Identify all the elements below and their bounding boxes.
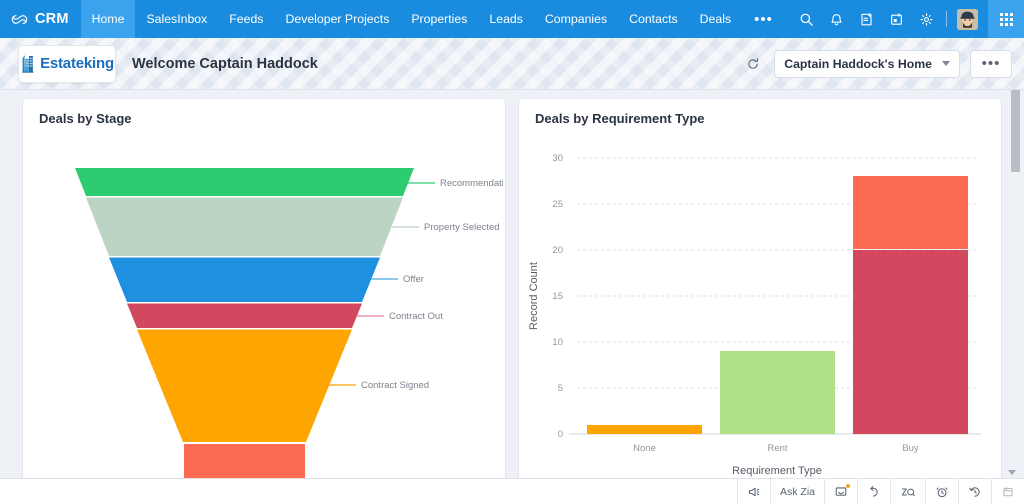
- add-note-icon[interactable]: [851, 0, 881, 38]
- calendar-icon[interactable]: [881, 0, 911, 38]
- nav-tab-overflow-menu[interactable]: •••: [742, 0, 785, 38]
- ask-zia-label: Ask Zia: [779, 485, 815, 498]
- nav-tab-home[interactable]: Home: [80, 0, 136, 38]
- sub-header-actions: Captain Haddock's Home •••: [742, 49, 1012, 78]
- page-scrollbar-thumb[interactable]: [1011, 90, 1020, 172]
- funnel-label-contract-signed: Contract Signed: [361, 380, 429, 391]
- chevron-down-icon: [942, 61, 950, 66]
- ask-zia-button[interactable]: Ask Zia: [769, 479, 824, 504]
- y-tick-25: 25: [552, 199, 563, 210]
- nav-tab-label: Companies: [544, 12, 608, 26]
- nav-tab-label: Leads: [489, 12, 523, 26]
- infinity-logo-icon: [10, 10, 29, 29]
- brand-label: CRM: [35, 11, 69, 27]
- funnel-segment-property-selected[interactable]: [86, 197, 403, 257]
- history-icon[interactable]: [958, 479, 991, 504]
- nav-tab-contacts[interactable]: Contacts: [618, 0, 689, 38]
- nav-right-actions: [791, 0, 1024, 38]
- funnel-segment-contract-out[interactable]: [127, 303, 362, 329]
- bottom-toolbar: Ask Zia: [0, 470, 1024, 504]
- y-tick-5: 5: [558, 383, 563, 394]
- avatar[interactable]: [952, 0, 982, 38]
- dashboard-main: Deals by Stage Recommendation Property S…: [0, 90, 1024, 504]
- nav-tab-deals[interactable]: Deals: [689, 0, 742, 38]
- nav-tab-label: Properties: [411, 12, 468, 26]
- nav-tab-label: Deals: [699, 12, 732, 26]
- nav-tab-leads[interactable]: Leads: [478, 0, 534, 38]
- chat-icon[interactable]: [824, 479, 857, 504]
- funnel-chart[interactable]: Recommendation Property Selected Offer C…: [23, 128, 503, 488]
- chat-badge: [846, 484, 850, 488]
- y-tick-0: 0: [558, 429, 563, 440]
- zia-icon[interactable]: [890, 479, 925, 504]
- alarm-icon[interactable]: [925, 479, 958, 504]
- y-tick-10: 10: [552, 337, 563, 348]
- gear-icon[interactable]: [911, 0, 941, 38]
- nav-tab-label: Contacts: [629, 12, 678, 26]
- building-icon: [20, 53, 37, 74]
- x-tick-buy: Buy: [902, 443, 919, 454]
- bar-chart-title: Deals by Requirement Type: [535, 111, 705, 126]
- x-tick-rent: Rent: [767, 443, 787, 454]
- nav-tab-properties[interactable]: Properties: [400, 0, 478, 38]
- nav-tab-label: Home: [91, 12, 125, 26]
- x-tick-none: None: [633, 443, 656, 454]
- nav-tab-companies[interactable]: Companies: [534, 0, 618, 38]
- calendar-box-icon[interactable]: [991, 470, 1024, 504]
- grid-dots: [999, 12, 1013, 26]
- dashboard-more-button[interactable]: •••: [970, 49, 1012, 78]
- apps-grid-icon[interactable]: [988, 0, 1024, 38]
- top-navigation-bar: CRM Home SalesInbox Feeds Developer Proj…: [0, 0, 1024, 38]
- dashboard-selector[interactable]: Captain Haddock's Home: [774, 49, 960, 78]
- nav-tab-label: Feeds: [229, 12, 264, 26]
- page-title: Welcome Captain Haddock: [132, 55, 318, 72]
- nav-divider: [946, 11, 947, 27]
- crm-brand[interactable]: CRM: [0, 0, 81, 38]
- estateking-logo[interactable]: Estateking: [18, 44, 116, 83]
- nav-tabs: Home SalesInbox Feeds Developer Projects…: [80, 0, 785, 38]
- nav-tab-salesinbox[interactable]: SalesInbox: [135, 0, 218, 38]
- bar-buy-new[interactable]: [853, 250, 968, 434]
- refresh-icon[interactable]: [742, 53, 764, 75]
- nav-tab-label: Developer Projects: [285, 12, 390, 26]
- bar-rent-wanted-on-rent[interactable]: [720, 351, 835, 434]
- funnel-label-contract-out: Contract Out: [389, 311, 443, 322]
- page-scrollbar[interactable]: [1011, 90, 1020, 470]
- megaphone-icon[interactable]: [736, 479, 770, 504]
- nav-tab-developer-projects[interactable]: Developer Projects: [274, 0, 400, 38]
- bell-icon[interactable]: [821, 0, 851, 38]
- nav-tab-label: SalesInbox: [146, 12, 208, 26]
- search-icon[interactable]: [791, 0, 821, 38]
- funnel-label-property-selected: Property Selected: [424, 222, 500, 233]
- funnel-label-recommendation: Recommendation: [440, 178, 503, 189]
- bar-chart[interactable]: 0 5 10 15 20 25 30 Record Count None Ren…: [519, 126, 999, 496]
- nav-tab-feeds[interactable]: Feeds: [218, 0, 274, 38]
- x-axis-title: Requirement Type: [732, 465, 822, 477]
- card-deals-by-stage: Deals by Stage Recommendation Property S…: [22, 98, 506, 504]
- dashboard-selector-value: Captain Haddock's Home: [784, 56, 932, 71]
- funnel-label-offer: Offer: [403, 274, 424, 285]
- funnel-chart-title: Deals by Stage: [39, 111, 132, 126]
- chevron-down-icon[interactable]: [1008, 470, 1016, 475]
- y-tick-15: 15: [552, 291, 563, 302]
- y-tick-20: 20: [552, 245, 563, 256]
- y-tick-30: 30: [552, 153, 563, 164]
- sub-header: Estateking Welcome Captain Haddock Capta…: [0, 38, 1024, 90]
- bar-none-none[interactable]: [587, 425, 702, 434]
- bar-buy-resale[interactable]: [853, 176, 968, 249]
- funnel-segment-contract-signed[interactable]: [137, 329, 352, 443]
- refresh-curve-icon[interactable]: [857, 479, 890, 504]
- funnel-segment-offer[interactable]: [109, 257, 380, 303]
- card-deals-by-requirement-type: Deals by Requirement Type 0 5 10 15 20 2…: [518, 98, 1002, 504]
- funnel-segment-recommendation[interactable]: [75, 168, 414, 196]
- estateking-logo-text: Estateking: [40, 55, 114, 72]
- y-axis-title: Record Count: [528, 262, 540, 330]
